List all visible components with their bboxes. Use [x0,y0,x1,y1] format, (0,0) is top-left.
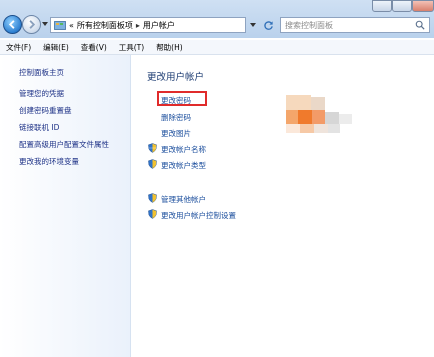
uac-shield-icon [148,193,157,203]
menu-edit[interactable]: 编辑(E) [37,42,75,53]
back-arrow-icon [8,20,15,29]
uac-settings-link[interactable]: 更改用户帐户控制设置 [161,210,236,221]
page-title: 更改用户帐户 [147,72,205,83]
sidebar-item-manage-credentials[interactable]: 管理您的凭据 [19,88,64,99]
search-icon[interactable] [415,20,425,30]
change-account-name-link[interactable]: 更改帐户名称 [161,144,206,155]
back-button[interactable] [3,15,22,34]
refresh-button[interactable] [261,17,276,33]
control-panel-icon [54,21,66,30]
sidebar-item-environment-variables[interactable]: 更改我的环境变量 [19,156,79,167]
address-bar[interactable]: « 所有控制面板项 ▸ 用户帐户 [50,17,246,33]
address-dropdown-button[interactable] [247,17,259,33]
change-picture-link[interactable]: 更改图片 [161,128,191,139]
sidebar-item-advanced-profile[interactable]: 配置高级用户配置文件属性 [19,139,109,150]
sidebar-item-link-online-id[interactable]: 链接联机 ID [19,122,59,133]
user-account-picture [286,95,356,145]
menu-help[interactable]: 帮助(H) [150,42,189,53]
breadcrumb-all-items[interactable]: 所有控制面板项 [77,20,133,31]
forward-arrow-icon [29,20,36,29]
sidebar-home-link[interactable]: 控制面板主页 [19,67,64,78]
address-prefix: « [69,20,74,30]
close-button[interactable] [412,0,434,12]
change-account-type-link[interactable]: 更改帐户类型 [161,160,206,171]
breadcrumb-separator[interactable]: ▸ [136,21,140,30]
uac-shield-icon [148,159,157,169]
remove-password-link[interactable]: 删除密码 [161,112,191,123]
sidebar: 控制面板主页 管理您的凭据 创建密码重置盘 链接联机 ID 配置高级用户配置文件… [0,55,131,357]
change-password-link[interactable]: 更改密码 [161,95,191,106]
search-input[interactable] [281,18,407,32]
menu-bar: 文件(F) 编辑(E) 查看(V) 工具(T) 帮助(H) [0,40,434,55]
uac-shield-icon [148,143,157,153]
maximize-button[interactable] [392,0,412,12]
uac-shield-icon [148,209,157,219]
chevron-down-icon [250,23,256,27]
main-content: 更改用户帐户 更改密码 删除密码 更改图片 更改帐户名称 更改帐户类型 管理其他… [131,55,434,357]
title-bar: « 所有控制面板项 ▸ 用户帐户 [0,0,434,38]
refresh-icon [264,20,273,30]
breadcrumb-user-accounts[interactable]: 用户帐户 [143,20,175,31]
history-dropdown-icon[interactable] [42,22,48,26]
menu-tools[interactable]: 工具(T) [113,42,150,53]
minimize-button[interactable] [372,0,392,12]
search-box[interactable] [280,17,430,33]
menu-view[interactable]: 查看(V) [75,42,113,53]
manage-other-accounts-link[interactable]: 管理其他帐户 [161,194,206,205]
forward-button[interactable] [22,15,41,34]
menu-file[interactable]: 文件(F) [0,42,37,53]
sidebar-item-password-reset-disk[interactable]: 创建密码重置盘 [19,105,72,116]
